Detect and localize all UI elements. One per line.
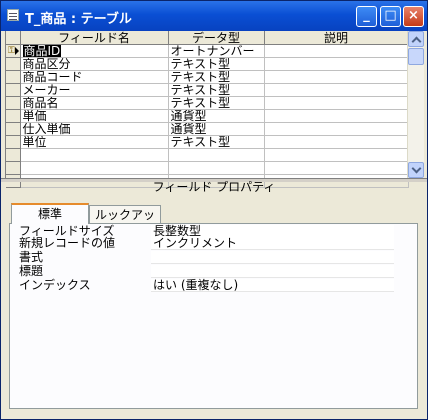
window-title: T_商品 : テーブル — [25, 12, 132, 27]
data-type-cell[interactable]: 通貨型 — [168, 122, 265, 136]
field-name-cell[interactable]: 仕入単価 — [20, 122, 169, 136]
tab-standard[interactable]: 標準 — [11, 203, 89, 224]
description-cell[interactable] — [264, 161, 409, 175]
scroll-down-button[interactable] — [408, 162, 424, 178]
table-design-window: T_商品 : テーブル _ □ × フィールド名 データ型 説明 ⚿ 商品ID … — [0, 0, 428, 420]
description-cell[interactable] — [264, 44, 409, 58]
property-label: 標題 — [19, 264, 44, 278]
description-cell[interactable] — [264, 96, 409, 110]
row-selector[interactable] — [6, 96, 21, 110]
field-name-cell[interactable] — [20, 148, 169, 162]
data-type-cell[interactable]: オートナンバー — [168, 44, 265, 58]
scroll-thumb[interactable] — [408, 48, 424, 65]
row-selector[interactable] — [6, 83, 21, 97]
data-type-cell[interactable]: テキスト型 — [168, 96, 265, 110]
description-cell[interactable] — [264, 109, 409, 123]
grid-header-row: フィールド名 データ型 説明 — [6, 31, 409, 45]
table-row[interactable]: 商品区分 テキスト型 — [6, 57, 409, 71]
table-row[interactable]: 単位 テキスト型 — [6, 135, 409, 149]
field-design-grid[interactable]: フィールド名 データ型 説明 ⚿ 商品ID オートナンバー 商品区分 テキスト型 — [5, 31, 409, 188]
property-value[interactable]: インクリメント — [151, 237, 394, 250]
title-bar[interactable]: T_商品 : テーブル _ □ × — [1, 1, 427, 31]
description-cell[interactable] — [264, 122, 409, 136]
table-row[interactable]: ⚿ 商品ID オートナンバー — [6, 44, 409, 58]
field-properties-title: フィールド プロパティ — [152, 180, 276, 194]
description-cell[interactable] — [264, 148, 409, 162]
data-type-cell[interactable] — [168, 161, 265, 175]
property-value[interactable]: はい (重複なし) — [151, 279, 394, 292]
chevron-up-icon — [411, 36, 422, 47]
table-row[interactable]: メーカー テキスト型 — [6, 83, 409, 97]
scroll-up-button[interactable] — [408, 31, 424, 47]
row-selector-header[interactable] — [6, 31, 21, 45]
description-cell[interactable] — [264, 135, 409, 149]
field-name-cell[interactable]: 商品名 — [20, 96, 169, 110]
minimize-button[interactable]: _ — [356, 6, 377, 27]
field-name-cell[interactable]: 商品コード — [20, 70, 169, 84]
column-header-field-name[interactable]: フィールド名 — [20, 31, 169, 45]
chevron-down-icon — [411, 163, 422, 174]
field-name-cell[interactable]: 単位 — [20, 135, 169, 149]
row-selector[interactable] — [6, 57, 21, 71]
row-selector[interactable] — [6, 122, 21, 136]
property-value[interactable] — [151, 251, 394, 264]
table-row[interactable]: 商品名 テキスト型 — [6, 96, 409, 110]
data-type-cell[interactable] — [168, 148, 265, 162]
property-row[interactable]: 書式 — [19, 250, 394, 264]
tab-lookup[interactable]: ルックアップ — [89, 205, 161, 240]
field-name-cell[interactable]: メーカー — [20, 83, 169, 97]
description-cell[interactable] — [264, 70, 409, 84]
property-row[interactable]: 新規レコードの値 インクリメント — [19, 236, 394, 250]
property-label: インデックス — [19, 278, 91, 292]
property-label: 新規レコードの値 — [19, 236, 116, 250]
field-name-text[interactable]: 商品ID — [22, 44, 62, 57]
description-cell[interactable] — [264, 57, 409, 71]
data-type-cell[interactable]: テキスト型 — [168, 83, 265, 97]
maximize-button[interactable]: □ — [380, 6, 401, 27]
table-icon[interactable] — [7, 9, 19, 21]
property-row[interactable]: 標題 — [19, 264, 394, 278]
field-name-cell[interactable]: 単価 — [20, 109, 169, 123]
field-name-cell[interactable] — [20, 161, 169, 175]
empty-row[interactable] — [6, 148, 409, 162]
row-selector[interactable] — [6, 161, 21, 175]
row-selector[interactable] — [6, 148, 21, 162]
description-cell[interactable] — [264, 83, 409, 97]
row-selector[interactable]: ⚿ — [6, 44, 21, 58]
close-button[interactable]: × — [403, 6, 424, 27]
row-selector[interactable] — [6, 109, 21, 123]
empty-row[interactable] — [6, 161, 409, 175]
table-row[interactable]: 単価 通貨型 — [6, 109, 409, 123]
column-header-description[interactable]: 説明 — [264, 31, 409, 45]
current-row-arrow-icon — [15, 47, 19, 55]
data-type-cell[interactable]: テキスト型 — [168, 57, 265, 71]
vertical-scrollbar[interactable] — [407, 31, 424, 178]
field-table: フィールド名 データ型 説明 ⚿ 商品ID オートナンバー 商品区分 テキスト型 — [6, 31, 409, 188]
property-label: 書式 — [19, 250, 44, 264]
row-selector[interactable] — [6, 70, 21, 84]
table-row[interactable]: 仕入単価 通貨型 — [6, 122, 409, 136]
table-row[interactable]: 商品コード テキスト型 — [6, 70, 409, 84]
property-row[interactable]: インデックス はい (重複なし) — [19, 278, 394, 292]
field-name-cell[interactable]: 商品ID — [20, 44, 169, 58]
field-name-cell[interactable]: 商品区分 — [20, 57, 169, 71]
data-type-cell[interactable]: テキスト型 — [168, 70, 265, 84]
data-type-cell[interactable]: テキスト型 — [168, 135, 265, 149]
property-value[interactable] — [151, 265, 394, 278]
data-type-cell[interactable]: 通貨型 — [168, 109, 265, 123]
key-icon: ⚿ — [8, 46, 15, 56]
row-selector[interactable] — [6, 135, 21, 149]
column-header-data-type[interactable]: データ型 — [168, 31, 265, 45]
